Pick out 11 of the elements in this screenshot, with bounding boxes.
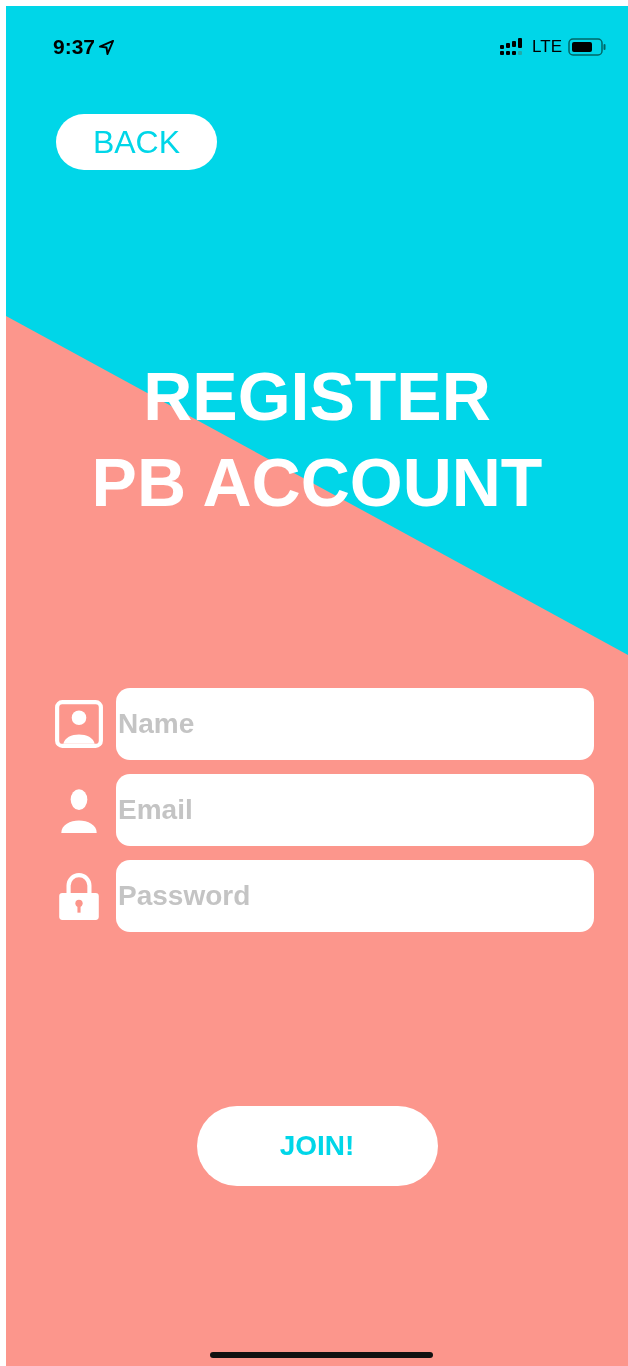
status-time: 9:37	[53, 35, 96, 59]
page-title: REGISTER	[143, 360, 491, 432]
network-label: LTE	[532, 37, 562, 57]
battery-icon	[568, 38, 606, 56]
location-arrow-icon	[99, 39, 115, 55]
input-field[interactable]: Name	[116, 688, 594, 760]
contact-card-icon	[54, 699, 104, 749]
input-field[interactable]: Password	[116, 860, 594, 932]
join-button[interactable]: JOIN!	[196, 1106, 438, 1186]
back-button[interactable]: BACK	[56, 114, 217, 170]
input-field[interactable]: Email	[116, 774, 594, 846]
